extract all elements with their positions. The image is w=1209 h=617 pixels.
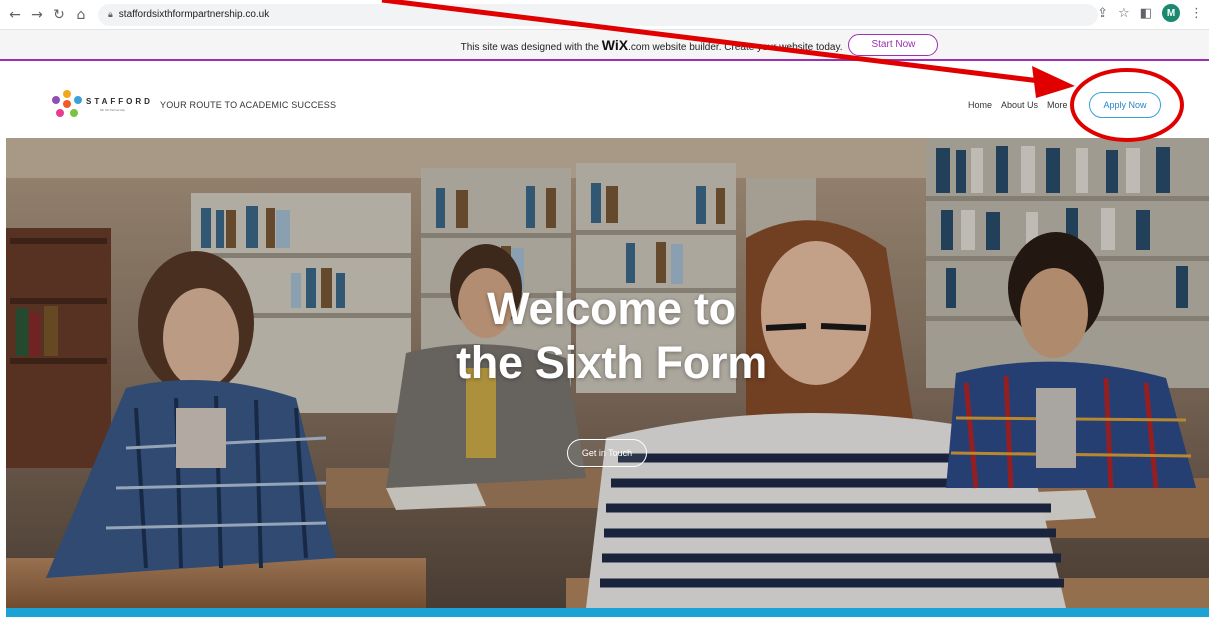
- logo-subtitle: 6th SF Partnership: [100, 108, 126, 112]
- nav-home[interactable]: Home: [968, 100, 992, 110]
- address-bar[interactable]: 🔒︎ staffordsixthformpartnership.co.uk: [98, 3, 1098, 26]
- star-icon[interactable]: ☆: [1118, 6, 1130, 21]
- sidepanel-icon[interactable]: ◧: [1140, 6, 1152, 21]
- back-arrow-icon[interactable]: ←: [4, 4, 26, 26]
- browser-toolbar: ← → ↻ ⌂ 🔒︎ staffordsixthformpartnership.…: [0, 0, 1209, 30]
- share-icon[interactable]: ⇪: [1097, 6, 1108, 21]
- menu-icon[interactable]: ⋮: [1190, 6, 1203, 21]
- site-header: STAFFORD 6th SF Partnership YOUR ROUTE T…: [0, 63, 1209, 138]
- site-tagline: YOUR ROUTE TO ACADEMIC SUCCESS: [160, 100, 337, 110]
- lock-icon: 🔒︎: [108, 9, 113, 20]
- reload-icon[interactable]: ↻: [48, 4, 70, 26]
- stafford-logo-icon[interactable]: [52, 89, 82, 117]
- nav-about-us[interactable]: About Us: [1001, 100, 1038, 110]
- forward-arrow-icon[interactable]: →: [26, 4, 48, 26]
- screenshot-root: ← → ↻ ⌂ 🔒︎ staffordsixthformpartnership.…: [0, 0, 1209, 617]
- hero-title: Welcome to the Sixth Form: [6, 282, 1209, 390]
- wix-logo: WiX: [601, 36, 629, 53]
- hero-title-line-1: Welcome to: [487, 283, 736, 334]
- logo-name: STAFFORD: [86, 97, 153, 106]
- hero-title-line-2: the Sixth Form: [456, 337, 767, 388]
- nav-more[interactable]: More: [1047, 100, 1068, 110]
- browser-actions: ⇪ ☆ ◧ M ⋮: [1097, 4, 1203, 22]
- profile-avatar[interactable]: M: [1162, 4, 1180, 22]
- get-in-touch-button[interactable]: Get in Touch: [567, 439, 647, 467]
- wix-promo-banner: This site was designed with the WiX.com …: [0, 30, 1209, 61]
- main-nav: Home About Us More: [968, 100, 1068, 110]
- url-text: staffordsixthformpartnership.co.uk: [118, 9, 270, 20]
- wix-start-now-button[interactable]: Start Now: [848, 33, 939, 56]
- apply-now-button[interactable]: Apply Now: [1089, 92, 1161, 118]
- home-icon[interactable]: ⌂: [70, 4, 92, 26]
- hero-bottom-strip: [6, 608, 1209, 617]
- wix-banner-text: This site was designed with the WiX.com …: [460, 36, 843, 53]
- hero-section: Welcome to the Sixth Form Get in Touch: [6, 138, 1209, 608]
